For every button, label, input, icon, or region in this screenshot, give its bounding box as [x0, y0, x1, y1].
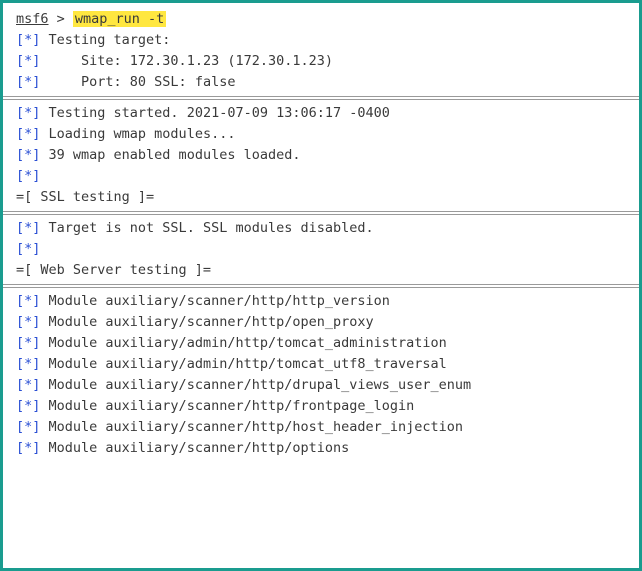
- prompt-name: msf6: [16, 11, 49, 27]
- info-marker-icon: [*]: [16, 220, 41, 236]
- output-line: [*] 39 wmap enabled modules loaded.: [16, 145, 631, 166]
- separator-divider: [3, 93, 639, 103]
- info-marker-icon: [*]: [16, 105, 41, 121]
- output-text: Testing started. 2021-07-09 13:06:17 -04…: [40, 105, 390, 121]
- separator-divider: [3, 208, 639, 218]
- prompt-line: msf6 > wmap_run -t: [16, 9, 631, 30]
- output-text: Port: 80 SSL: false: [40, 74, 236, 90]
- module-line: [*] Module auxiliary/scanner/http/frontp…: [16, 396, 631, 417]
- info-marker-icon: [*]: [16, 356, 41, 372]
- module-text: Module auxiliary/admin/http/tomcat_utf8_…: [40, 356, 447, 372]
- module-line: [*] Module auxiliary/scanner/http/drupal…: [16, 375, 631, 396]
- section-header-ssl: =[ SSL testing ]=: [16, 189, 155, 205]
- info-marker-icon: [*]: [16, 335, 41, 351]
- output-line: [*] Loading wmap modules...: [16, 124, 631, 145]
- output-text: Testing target:: [40, 32, 171, 48]
- module-text: Module auxiliary/scanner/http/open_proxy: [40, 314, 374, 330]
- separator-divider: [3, 281, 639, 291]
- info-marker-icon: [*]: [16, 53, 41, 69]
- info-marker-icon: [*]: [16, 314, 41, 330]
- output-text: Site: 172.30.1.23 (172.30.1.23): [40, 53, 333, 69]
- output-line: [*]: [16, 239, 631, 260]
- module-text: Module auxiliary/admin/http/tomcat_admin…: [40, 335, 447, 351]
- module-line: [*] Module auxiliary/admin/http/tomcat_a…: [16, 333, 631, 354]
- info-marker-icon: [*]: [16, 398, 41, 414]
- terminal-output: msf6 > wmap_run -t [*] Testing target: […: [3, 9, 639, 459]
- info-marker-icon: [*]: [16, 74, 41, 90]
- prompt-arrow: >: [48, 11, 73, 27]
- module-line: [*] Module auxiliary/scanner/http/option…: [16, 438, 631, 459]
- module-line: [*] Module auxiliary/admin/http/tomcat_u…: [16, 354, 631, 375]
- output-line: [*] Site: 172.30.1.23 (172.30.1.23): [16, 51, 631, 72]
- info-marker-icon: [*]: [16, 419, 41, 435]
- module-text: Module auxiliary/scanner/http/frontpage_…: [40, 398, 415, 414]
- terminal-window: msf6 > wmap_run -t [*] Testing target: […: [0, 0, 642, 571]
- info-marker-icon: [*]: [16, 147, 41, 163]
- module-text: Module auxiliary/scanner/http/drupal_vie…: [40, 377, 472, 393]
- info-marker-icon: [*]: [16, 126, 41, 142]
- output-line: [*] Port: 80 SSL: false: [16, 72, 631, 93]
- info-marker-icon: [*]: [16, 32, 41, 48]
- info-marker-icon: [*]: [16, 377, 41, 393]
- module-line: [*] Module auxiliary/scanner/http/host_h…: [16, 417, 631, 438]
- output-text: 39 wmap enabled modules loaded.: [40, 147, 301, 163]
- command-text: wmap_run -t: [72, 11, 167, 27]
- module-text: Module auxiliary/scanner/http/host_heade…: [40, 419, 464, 435]
- output-text: Loading wmap modules...: [40, 126, 236, 142]
- output-line: [*] Testing target:: [16, 30, 631, 51]
- module-text: Module auxiliary/scanner/http/options: [40, 440, 350, 456]
- output-text: Target is not SSL. SSL modules disabled.: [40, 220, 374, 236]
- module-line: [*] Module auxiliary/scanner/http/open_p…: [16, 312, 631, 333]
- module-text: Module auxiliary/scanner/http/http_versi…: [40, 293, 390, 309]
- output-line: [*] Testing started. 2021-07-09 13:06:17…: [16, 103, 631, 124]
- info-marker-icon: [*]: [16, 168, 41, 184]
- output-line: [*]: [16, 166, 631, 187]
- output-line: [*] Target is not SSL. SSL modules disab…: [16, 218, 631, 239]
- info-marker-icon: [*]: [16, 293, 41, 309]
- module-line: [*] Module auxiliary/scanner/http/http_v…: [16, 291, 631, 312]
- info-marker-icon: [*]: [16, 241, 41, 257]
- section-header-web-server: =[ Web Server testing ]=: [16, 262, 212, 278]
- info-marker-icon: [*]: [16, 440, 41, 456]
